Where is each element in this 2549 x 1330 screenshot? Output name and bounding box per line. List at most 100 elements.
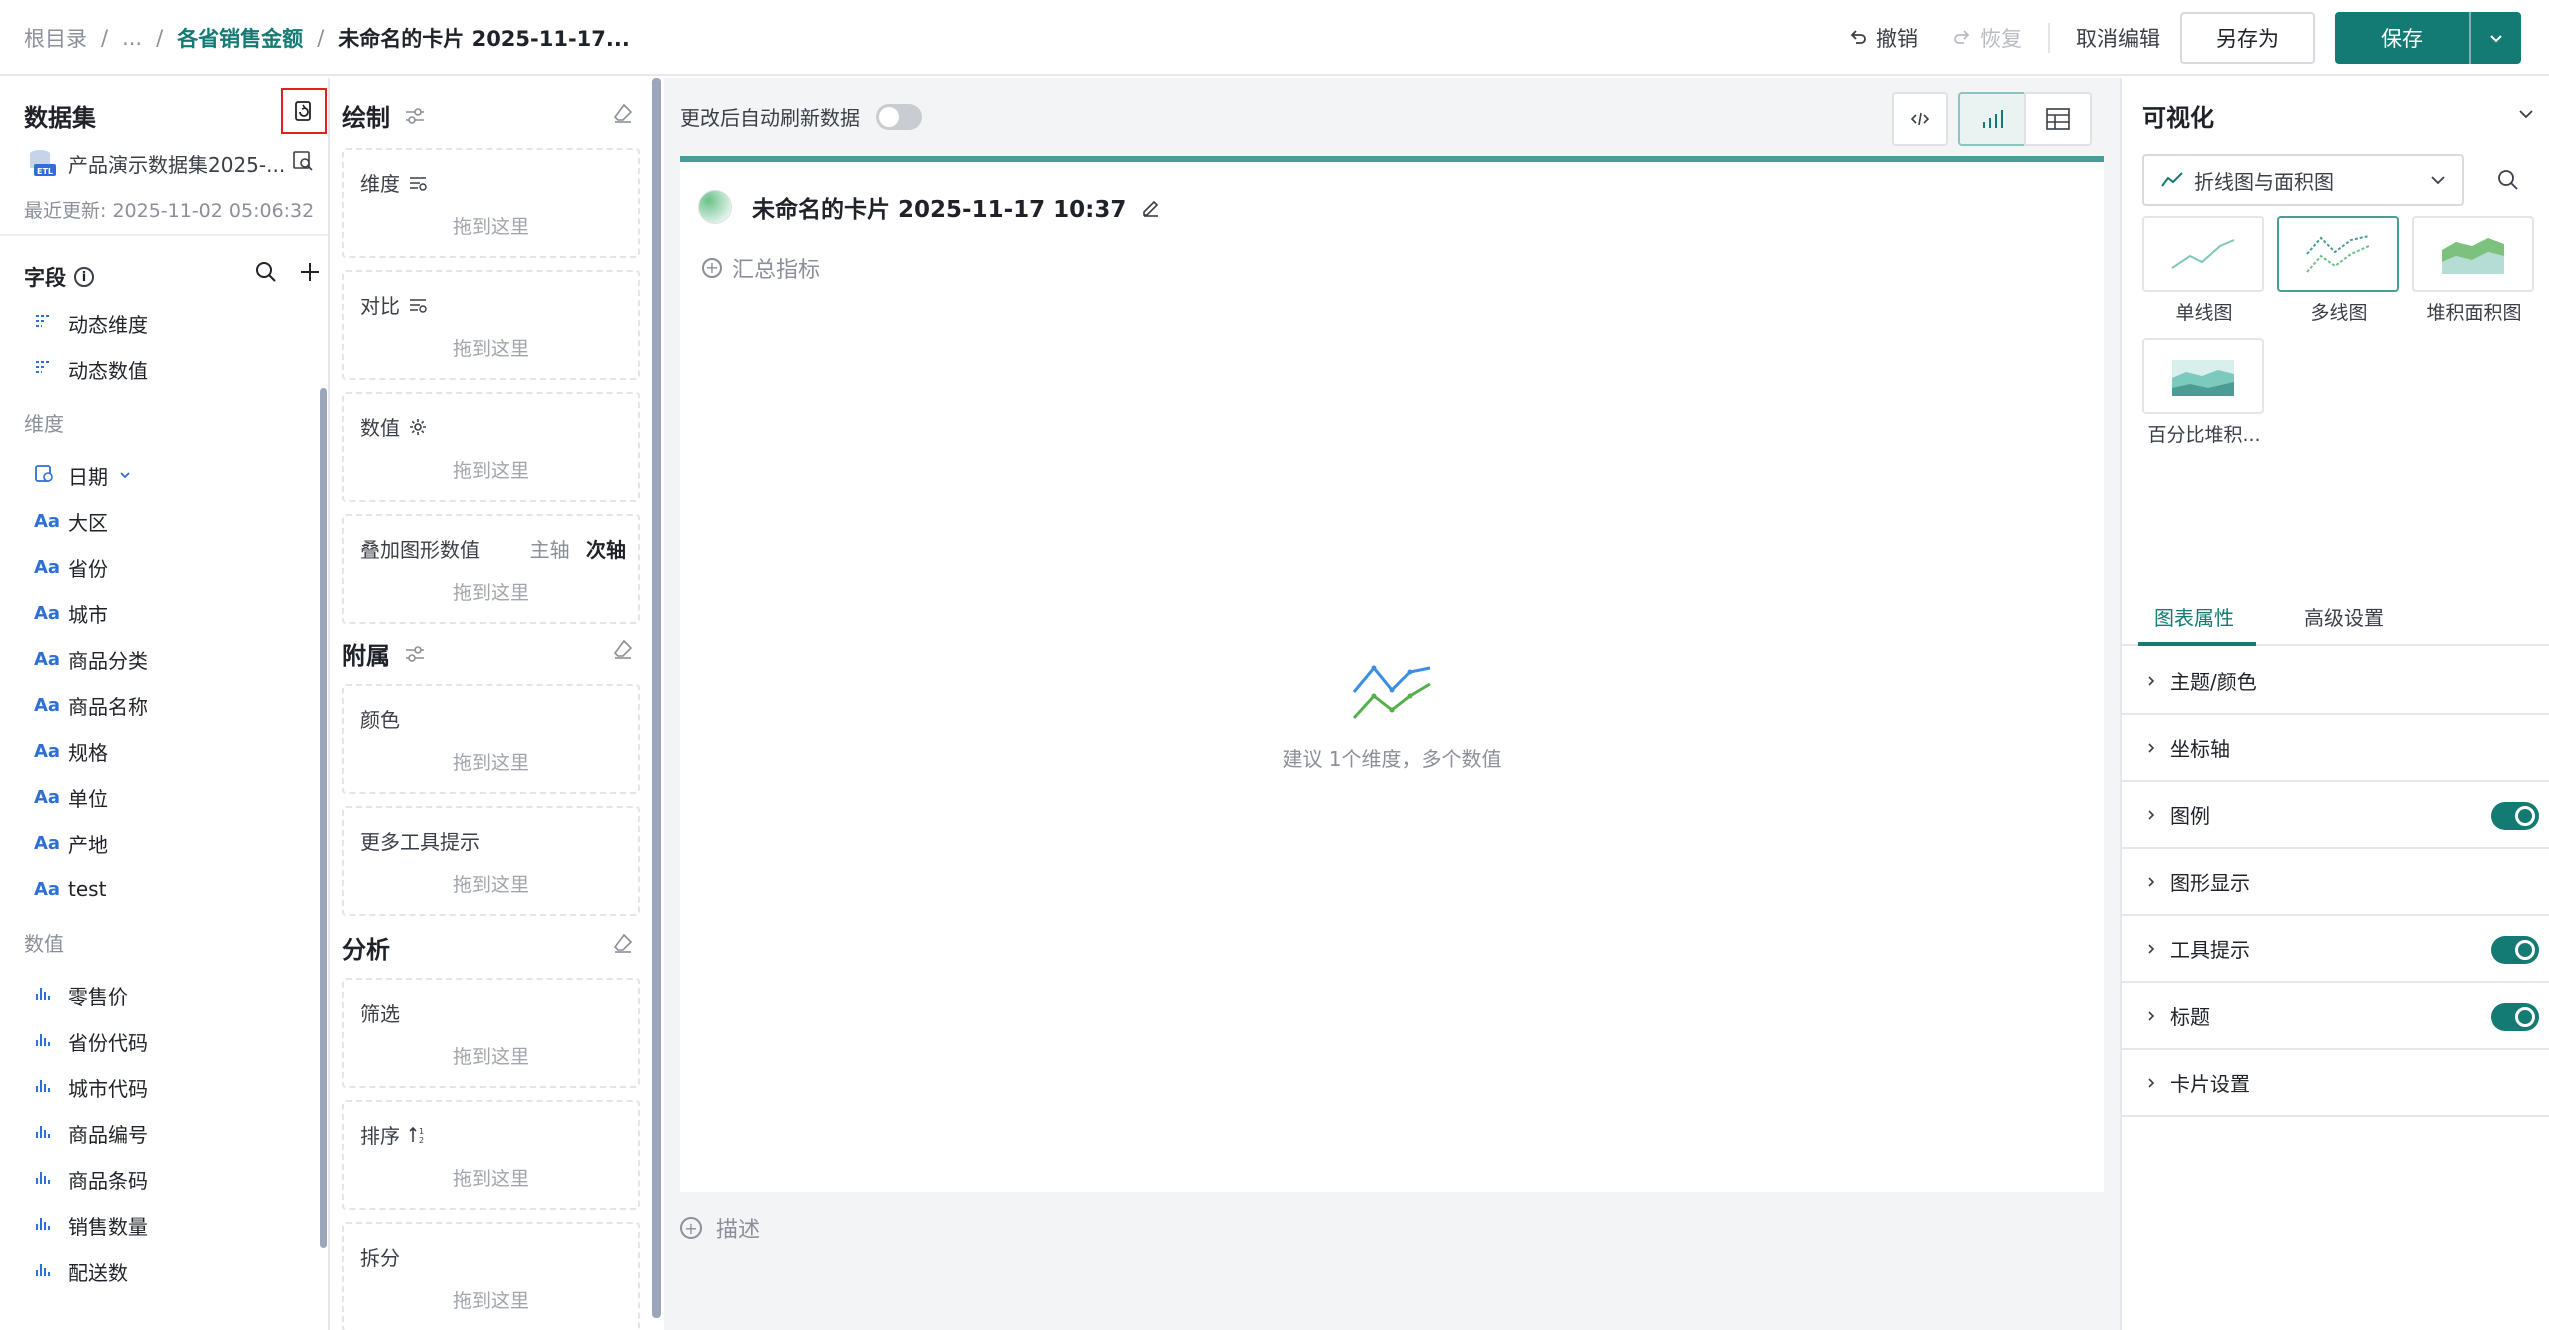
field-test[interactable]: Aa test: [0, 866, 326, 912]
search-icon[interactable]: [254, 260, 278, 284]
field-city[interactable]: Aa 城市: [0, 590, 326, 636]
breadcrumb-root[interactable]: 根目录: [24, 23, 87, 53]
chevron-right-icon: [2148, 1077, 2155, 1088]
drop-hint: 拖到这里: [452, 460, 529, 482]
tooltip-toggle[interactable]: [2491, 936, 2539, 964]
table-view-tab[interactable]: [2024, 92, 2092, 146]
list-settings-icon[interactable]: [408, 296, 428, 314]
sort-ascending-icon[interactable]: 12: [408, 1125, 428, 1145]
field-date[interactable]: 日期: [0, 452, 326, 498]
settings-sliders-icon[interactable]: [404, 643, 426, 665]
tab-advanced-settings[interactable]: 高级设置: [2304, 602, 2384, 631]
field-delivery-count[interactable]: 配送数: [0, 1248, 326, 1294]
card-title[interactable]: 未命名的卡片 2025-11-17 10:37: [752, 190, 1126, 224]
chevron-down-icon[interactable]: [2516, 104, 2536, 124]
field-retail-price[interactable]: 零售价: [0, 972, 326, 1018]
chevron-down-icon[interactable]: [118, 468, 132, 482]
refresh-dataset-button[interactable]: [281, 88, 327, 134]
drop-zone-split[interactable]: 拆分 拖到这里: [342, 1222, 640, 1330]
drop-zone-color[interactable]: 颜色 拖到这里: [342, 684, 640, 794]
redo-button[interactable]: 恢复: [1952, 23, 2022, 53]
search-icon[interactable]: [2496, 168, 2520, 192]
card-avatar: [698, 190, 732, 224]
toolbar-actions: 撤销 恢复 取消编辑 另存为 保存: [1848, 0, 2521, 76]
drop-zone-sort[interactable]: 排序 1 2 拖到这里: [342, 1100, 640, 1210]
field-product-name[interactable]: Aa 商品名称: [0, 682, 326, 728]
drop-zone-dimension[interactable]: 维度 拖到这里: [342, 148, 640, 258]
dataset-preview-button[interactable]: [292, 150, 314, 177]
build-panel-scrollbar[interactable]: [652, 78, 661, 1318]
field-label: 省份: [68, 556, 108, 581]
prop-axis[interactable]: 坐标轴: [2122, 715, 2549, 782]
save-dropdown-button[interactable]: [2471, 12, 2521, 64]
drop-zone-value[interactable]: 数值 拖到这里: [342, 392, 640, 502]
title-toggle[interactable]: [2491, 1003, 2539, 1031]
save-button[interactable]: 保存: [2335, 12, 2471, 64]
chart-type-multi-line[interactable]: 多线图: [2277, 216, 2401, 325]
main-axis-tab[interactable]: 主轴: [530, 538, 570, 562]
drop-zone-filter[interactable]: 筛选 拖到这里: [342, 978, 640, 1088]
field-dynamic-dimension[interactable]: 动态维度: [0, 300, 326, 346]
prop-shape-display[interactable]: 图形显示: [2122, 849, 2549, 916]
breadcrumb: 根目录 / ... / 各省销售金额 / 未命名的卡片 2025-11-17..…: [24, 0, 630, 76]
field-spec[interactable]: Aa 规格: [0, 728, 326, 774]
field-label: 零售价: [68, 984, 128, 1009]
field-region[interactable]: Aa 大区: [0, 498, 326, 544]
settings-sliders-icon[interactable]: [404, 105, 426, 127]
chart-type-single-line[interactable]: 单线图: [2142, 216, 2266, 325]
drop-zone-tooltip[interactable]: 更多工具提示 拖到这里: [342, 806, 640, 916]
legend-toggle[interactable]: [2491, 802, 2539, 830]
field-dynamic-value[interactable]: 动态数值: [0, 346, 326, 392]
field-product-id[interactable]: 商品编号: [0, 1110, 326, 1156]
gear-icon[interactable]: [408, 417, 428, 437]
prop-tooltip[interactable]: 工具提示: [2122, 916, 2549, 983]
tab-chart-properties[interactable]: 图表属性: [2154, 602, 2234, 631]
date-icon: [34, 463, 68, 488]
drop-zone-overlay-value[interactable]: 叠加图形数值 主轴 次轴 拖到这里: [342, 514, 640, 624]
add-description-button[interactable]: + 描述: [680, 1212, 760, 1244]
prop-title[interactable]: 标题: [2122, 983, 2549, 1050]
info-icon[interactable]: i: [74, 267, 94, 287]
bar-chart-icon: [34, 1168, 68, 1191]
eraser-icon[interactable]: [612, 102, 634, 124]
code-view-button[interactable]: [1892, 92, 1948, 146]
eraser-icon[interactable]: [612, 932, 634, 954]
chart-type-select[interactable]: 折线图与面积图: [2142, 154, 2464, 206]
chevron-right-icon: [2148, 943, 2155, 954]
field-barcode[interactable]: 商品条码: [0, 1156, 326, 1202]
drop-zone-label: 拆分: [360, 1246, 400, 1270]
breadcrumb-ellipsis[interactable]: ...: [122, 26, 142, 50]
edit-pencil-icon[interactable]: [1140, 196, 1162, 218]
undo-button[interactable]: 撤销: [1848, 23, 1918, 53]
prop-theme-color[interactable]: 主题/颜色: [2122, 648, 2549, 715]
chart-type-stacked-area[interactable]: 堆积面积图: [2412, 216, 2536, 325]
auto-refresh-toggle[interactable]: [876, 103, 922, 130]
chart-type-percent-stacked-area[interactable]: 百分比堆积...: [2142, 338, 2266, 447]
secondary-axis-tab[interactable]: 次轴: [586, 538, 626, 562]
eraser-icon[interactable]: [612, 638, 634, 660]
field-category[interactable]: Aa 商品分类: [0, 636, 326, 682]
prop-legend[interactable]: 图例: [2122, 782, 2549, 849]
field-sales-qty[interactable]: 销售数量: [0, 1202, 326, 1248]
chart-view-tab[interactable]: [1958, 92, 2026, 146]
drop-hint: 拖到这里: [452, 752, 529, 774]
breadcrumb-dashboard[interactable]: 各省销售金额: [177, 23, 303, 53]
field-label: 日期: [68, 464, 108, 489]
add-summary-metric-button[interactable]: + 汇总指标: [702, 252, 820, 284]
field-unit[interactable]: Aa 单位: [0, 774, 326, 820]
save-as-button[interactable]: 另存为: [2180, 12, 2315, 64]
field-province-code[interactable]: 省份代码: [0, 1018, 326, 1064]
add-field-icon[interactable]: [298, 260, 322, 284]
field-origin[interactable]: Aa 产地: [0, 820, 326, 866]
list-settings-icon[interactable]: [408, 174, 428, 192]
dataset-name-row[interactable]: ETL 产品演示数据集2025-...: [28, 148, 285, 178]
field-province[interactable]: Aa 省份: [0, 544, 326, 590]
field-list-scrollbar[interactable]: [320, 388, 327, 1248]
prop-card-settings[interactable]: 卡片设置: [2122, 1050, 2549, 1117]
stacked-area-chart-icon: [2442, 238, 2504, 274]
drop-zone-compare[interactable]: 对比 拖到这里: [342, 270, 640, 380]
cancel-edit-button[interactable]: 取消编辑: [2076, 23, 2160, 53]
field-city-code[interactable]: 城市代码: [0, 1064, 326, 1110]
chevron-down-icon: [2431, 176, 2445, 185]
toolbar-divider: [2048, 23, 2050, 53]
